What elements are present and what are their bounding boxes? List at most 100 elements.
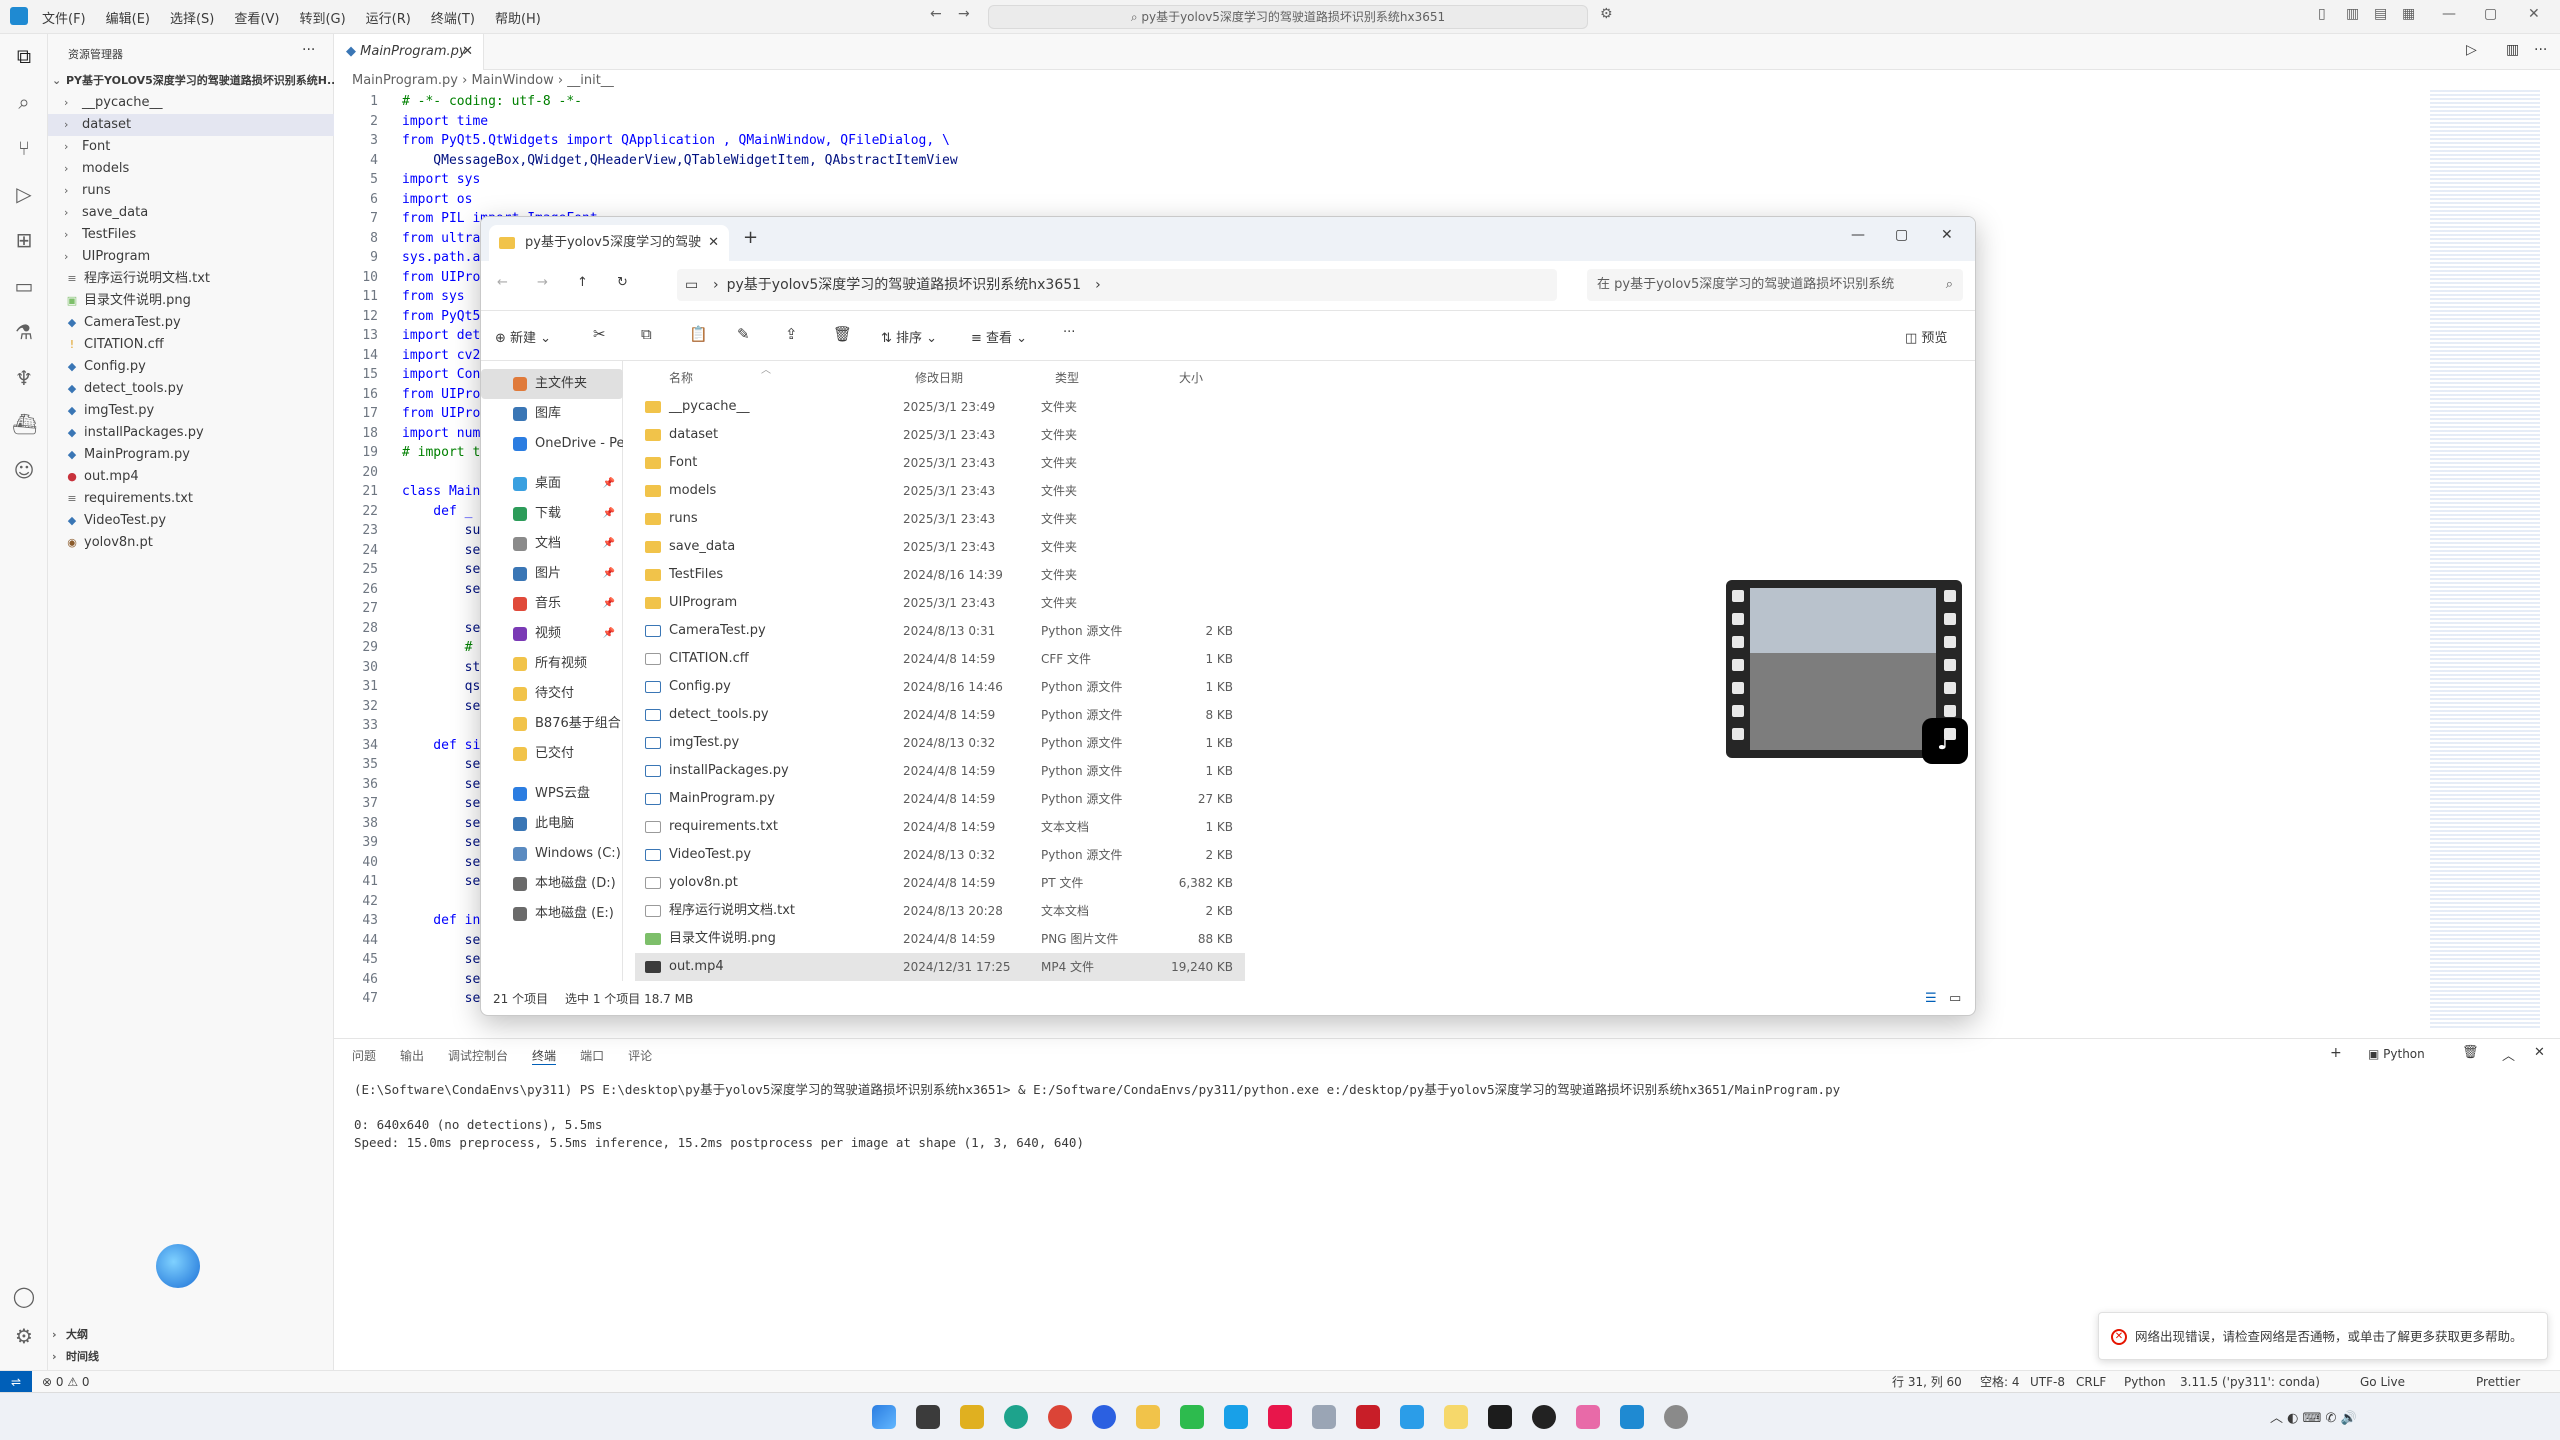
- tree-file[interactable]: ▣ 目录文件说明.png: [48, 290, 334, 312]
- file-row[interactable]: VideoTest.py 2024/8/13 0:32 Python 源文件 2 KB: [635, 841, 1245, 869]
- file-row[interactable]: yolov8n.pt 2024/4/8 14:59 PT 文件 6,382 KB: [635, 869, 1245, 897]
- workspace-root[interactable]: ⌄ PY基于YOLOV5深度学习的驾驶道路损坏识别系统H...: [48, 70, 334, 92]
- file-row[interactable]: 目录文件说明.png 2024/4/8 14:59 PNG 图片文件 88 KB: [635, 925, 1245, 953]
- panel-tab[interactable]: 评论: [628, 1047, 652, 1065]
- tree-file[interactable]: ◆ installPackages.py: [48, 422, 334, 444]
- run-file-icon[interactable]: ▷: [2466, 42, 2477, 58]
- edge-browser-icon[interactable]: [1004, 1405, 1028, 1429]
- address-bar[interactable]: ▭ › py基于yolov5深度学习的驾驶道路损坏识别系统hx3651 ›: [677, 269, 1557, 301]
- encoding[interactable]: UTF-8: [2030, 1371, 2065, 1393]
- settings-gear-icon[interactable]: ⚙: [12, 1324, 36, 1348]
- view-button[interactable]: ≡ 查看 ⌄: [971, 327, 1027, 346]
- file-row[interactable]: dataset 2025/3/1 23:43 文件夹: [635, 421, 1245, 449]
- minimize-icon[interactable]: —: [1851, 227, 1865, 243]
- kill-terminal-icon[interactable]: 🗑: [2462, 1045, 2479, 1060]
- panel-tab[interactable]: 终端: [532, 1047, 557, 1065]
- column-date[interactable]: 修改日期: [915, 369, 963, 386]
- panel-tab[interactable]: 端口: [580, 1047, 604, 1065]
- chat-app-icon[interactable]: [1224, 1405, 1248, 1429]
- prettier[interactable]: Prettier: [2476, 1371, 2520, 1393]
- dragged-video-thumbnail[interactable]: ♪: [1726, 580, 1968, 764]
- breadcrumb-class[interactable]: MainWindow: [471, 73, 553, 88]
- line-ending[interactable]: CRLF: [2076, 1371, 2106, 1393]
- nav-item[interactable]: 图片 📌: [481, 559, 623, 589]
- sidebar-toggle-icon[interactable]: ▥: [2346, 6, 2359, 22]
- tree-folder[interactable]: › models: [48, 158, 334, 180]
- file-row[interactable]: TestFiles 2024/8/16 14:39 文件夹: [635, 561, 1245, 589]
- maximize-panel-icon[interactable]: ︿: [2502, 1045, 2515, 1064]
- menu-item[interactable]: 选择(S): [170, 8, 214, 27]
- split-editor-icon[interactable]: ▥: [2506, 42, 2519, 58]
- security-app-icon[interactable]: [960, 1405, 984, 1429]
- column-size[interactable]: 大小: [1179, 369, 1203, 386]
- timeline-section[interactable]: › 时间线: [48, 1346, 334, 1368]
- extensions-icon[interactable]: ⊞: [12, 228, 36, 252]
- file-row[interactable]: out.mp4 2024/12/31 17:25 MP4 文件 19,240 KB: [635, 953, 1245, 981]
- account-icon[interactable]: ◯: [12, 1284, 36, 1308]
- nav-item[interactable]: 所有视频: [481, 649, 623, 679]
- file-row[interactable]: __pycache__ 2025/3/1 23:49 文件夹: [635, 393, 1245, 421]
- file-row[interactable]: 程序运行说明文档.txt 2024/8/13 20:28 文本文档 2 KB: [635, 897, 1245, 925]
- paint-app-icon[interactable]: [1312, 1405, 1336, 1429]
- nav-item[interactable]: OneDrive - Per: [481, 429, 623, 459]
- nav-item[interactable]: 本地磁盘 (D:): [481, 869, 623, 899]
- network-error-notification[interactable]: ✕ 网络出现错误，请检查网络是否通畅，或单击了解更多获取更多帮助。: [2098, 1312, 2548, 1360]
- close-icon[interactable]: ✕: [2528, 6, 2540, 22]
- nav-item[interactable]: 主文件夹: [481, 369, 623, 399]
- file-row[interactable]: Config.py 2024/8/16 14:46 Python 源文件 1 KB: [635, 673, 1245, 701]
- nav-item[interactable]: 待交付: [481, 679, 623, 709]
- assistant-avatar[interactable]: [156, 1244, 200, 1288]
- nav-item[interactable]: 图库: [481, 399, 623, 429]
- remote-explorer-icon[interactable]: ▭: [12, 274, 36, 298]
- see-more-icon[interactable]: ···: [1063, 325, 1075, 340]
- tree-folder[interactable]: › TestFiles: [48, 224, 334, 246]
- chrome-browser-icon[interactable]: [1048, 1405, 1072, 1429]
- back-arrow-icon[interactable]: ←: [930, 6, 942, 22]
- paste-icon[interactable]: 📋: [689, 325, 708, 343]
- panel-tab[interactable]: 问题: [352, 1047, 376, 1065]
- rename-icon[interactable]: ✎: [737, 325, 750, 343]
- file-row[interactable]: UIProgram 2025/3/1 23:43 文件夹: [635, 589, 1245, 617]
- file-row[interactable]: imgTest.py 2024/8/13 0:32 Python 源文件 1 KB: [635, 729, 1245, 757]
- menu-item[interactable]: 转到(G): [299, 8, 345, 27]
- menu-item[interactable]: 编辑(E): [106, 8, 150, 27]
- share-icon[interactable]: ⇪: [785, 325, 798, 343]
- tree-file[interactable]: ! CITATION.cff: [48, 334, 334, 356]
- tab-close-icon[interactable]: ✕: [708, 225, 719, 261]
- file-row[interactable]: models 2025/3/1 23:43 文件夹: [635, 477, 1245, 505]
- editor-more-icon[interactable]: ···: [2534, 42, 2547, 58]
- vscode-taskbar-icon[interactable]: [1620, 1405, 1644, 1429]
- file-row[interactable]: CameraTest.py 2024/8/13 0:31 Python 源文件 2 K…: [635, 617, 1245, 645]
- pycharm-icon[interactable]: [1488, 1405, 1512, 1429]
- source-control-icon[interactable]: ⑂: [12, 136, 36, 160]
- indentation[interactable]: 空格: 4: [1980, 1371, 2020, 1393]
- menu-item[interactable]: 帮助(H): [495, 8, 541, 27]
- file-row[interactable]: installPackages.py 2024/4/8 14:59 Python 源…: [635, 757, 1245, 785]
- tree-folder[interactable]: › UIProgram: [48, 246, 334, 268]
- panel-tab[interactable]: 输出: [400, 1047, 424, 1065]
- menu-item[interactable]: 文件(F): [42, 8, 86, 27]
- system-tray-icon[interactable]: ︿ ◐ ⌨ ✆ 🔊: [2270, 1407, 2357, 1426]
- nav-item[interactable]: WPS云盘: [481, 779, 623, 809]
- tree-file[interactable]: ◆ imgTest.py: [48, 400, 334, 422]
- new-terminal-icon[interactable]: +: [2330, 1045, 2342, 1061]
- panel-tab[interactable]: 调试控制台: [448, 1047, 508, 1065]
- minimap[interactable]: [2430, 90, 2540, 1030]
- menu-item[interactable]: 运行(R): [366, 8, 411, 27]
- file-row[interactable]: Font 2025/3/1 23:43 文件夹: [635, 449, 1245, 477]
- nav-item[interactable]: 桌面 📌: [481, 469, 623, 499]
- tree-file[interactable]: ≡ requirements.txt: [48, 488, 334, 510]
- panel-toggle-icon[interactable]: ▤: [2374, 6, 2387, 22]
- tree-file[interactable]: ◆ VideoTest.py: [48, 510, 334, 532]
- forward-arrow-icon[interactable]: →: [958, 6, 970, 22]
- tree-file[interactable]: ◉ yolov8n.pt: [48, 532, 334, 554]
- nav-item[interactable]: 已交付: [481, 739, 623, 769]
- maximize-icon[interactable]: ▢: [2484, 6, 2497, 22]
- refresh-icon[interactable]: ↻: [617, 275, 628, 290]
- file-row[interactable]: requirements.txt 2024/4/8 14:59 文本文档 1 KB: [635, 813, 1245, 841]
- nav-item[interactable]: 音乐 📌: [481, 589, 623, 619]
- tab-close-icon[interactable]: ✕: [462, 34, 473, 70]
- problems-indicator[interactable]: ⊗ 0 ⚠ 0: [42, 1371, 90, 1393]
- tree-folder[interactable]: › Font: [48, 136, 334, 158]
- column-type[interactable]: 类型: [1055, 369, 1079, 386]
